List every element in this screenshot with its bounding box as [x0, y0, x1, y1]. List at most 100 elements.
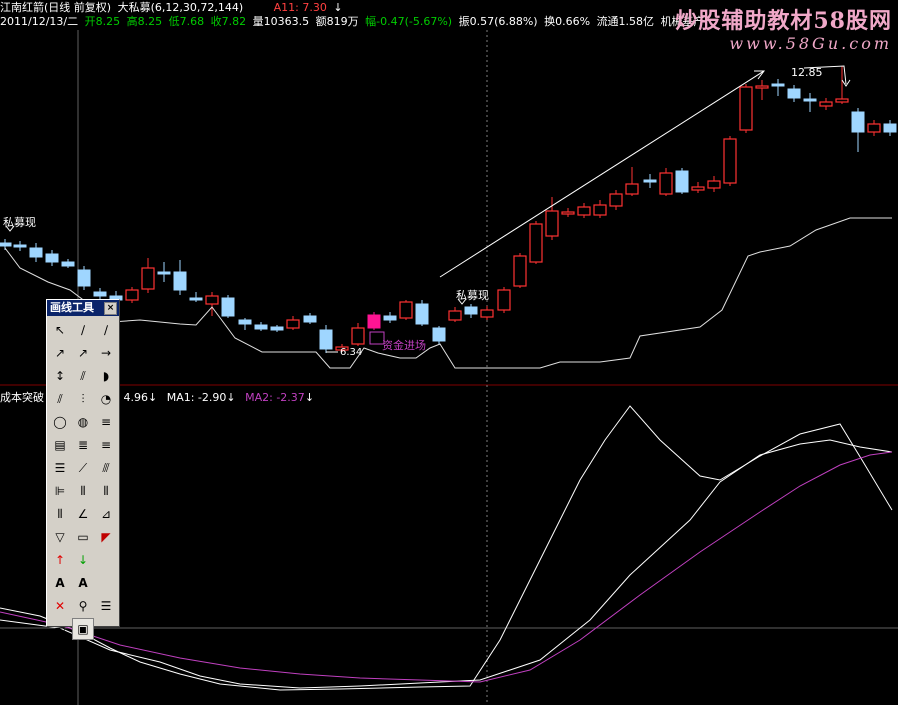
cycle-lines-tool-icon[interactable]: ⦀: [49, 503, 71, 525]
text-tool-icon[interactable]: A: [49, 572, 71, 594]
indicator-ma2-line: [0, 451, 893, 683]
text-box-tool-icon[interactable]: A: [72, 572, 94, 594]
gann-tool-icon[interactable]: ▤: [49, 434, 71, 456]
candle-body: [835, 98, 849, 103]
cycle-tool-icon[interactable]: ◔: [95, 388, 117, 410]
pointer-tool-icon[interactable]: ↖: [49, 319, 71, 341]
candle-body: [691, 186, 705, 191]
ma2-arrow-icon: ↓: [304, 391, 315, 404]
tool-grid: ↖ ∕ ∕ ↗ ↗ → ↕ ⫽ ◗ ⫽ ⫶ ◔ ◯ ◍ ≡ ▤ ≣ ≡ ☰ ⟋ ⫻ ⊫ ⦀ ⦀ ⦀ ∠ ⊿ ▽ ▭ ◤ ↑ ↓ A A ✕ ⚲ ☰ ▭ ▣: [47, 316, 119, 643]
candle-body: [93, 291, 107, 297]
open-price: 开8.25: [84, 15, 121, 28]
arrow-line-tool-icon[interactable]: ↗: [49, 342, 71, 364]
speed-line-tool-icon[interactable]: ⫶: [72, 388, 94, 410]
candle-body: [254, 324, 268, 330]
toolbox-close-button[interactable]: ×: [104, 302, 117, 315]
turnover: 换0.66%: [544, 15, 591, 28]
candle-body: [13, 244, 27, 248]
candle-body: [480, 309, 494, 318]
candle-body: [675, 170, 689, 193]
ma1-arrow-icon: ↓: [226, 391, 236, 404]
indicator2-name: 成本突破: [0, 391, 44, 404]
blank2-tool-icon: [95, 572, 117, 594]
straight-line-tool-icon[interactable]: ∕: [95, 319, 117, 341]
candle-body: [157, 271, 171, 275]
trend-arrow-line: [439, 70, 765, 278]
rectangle-tool-icon[interactable]: ▭: [72, 526, 94, 548]
search-tool-icon[interactable]: ⚲: [72, 595, 94, 617]
candle-body: [367, 314, 381, 329]
candle-body: [205, 295, 219, 305]
angle-tool-icon[interactable]: ∠: [72, 503, 94, 525]
ray-tool-icon[interactable]: ↗: [72, 342, 94, 364]
candle-body: [643, 179, 657, 183]
a11-arrow-icon: ↓: [333, 1, 343, 14]
candle-body: [141, 267, 155, 290]
candle-body: [125, 289, 139, 301]
candle-body: [883, 123, 897, 133]
delete-tool-icon[interactable]: ✕: [49, 595, 71, 617]
header-line-1: 江南红箭(日线 前复权) 大私募(6,12,30,72,144) A11: 7.…: [0, 1, 346, 14]
golden-ratio-tool-icon[interactable]: ≣: [72, 434, 94, 456]
low-price-label: 6.34: [340, 347, 363, 358]
candle-body: [497, 289, 511, 311]
candle-body: [659, 172, 673, 195]
candle-body: [625, 183, 639, 195]
down-arrow-tool-icon[interactable]: ↓: [72, 549, 94, 571]
vertical-lines-tool-icon[interactable]: ⦀: [72, 480, 94, 502]
speed-fan-tool-icon[interactable]: ⊿: [95, 503, 117, 525]
note-tool-icon[interactable]: ▣: [72, 618, 94, 640]
triangle-tool-icon[interactable]: ▽: [49, 526, 71, 548]
candle-body: [29, 247, 43, 258]
price-marker-tool-icon[interactable]: ↕: [49, 365, 71, 387]
up-arrow-tool-icon[interactable]: ↑: [49, 549, 71, 571]
candle-body: [513, 255, 527, 287]
candle-body: [45, 253, 59, 263]
fan-tool-icon[interactable]: ⟋: [72, 457, 94, 479]
list-tool-icon[interactable]: ☰: [95, 595, 117, 617]
kline-chart[interactable]: [0, 0, 898, 705]
fibonacci-tool-icon[interactable]: ≡: [95, 411, 117, 433]
trend-arrow-head: [754, 70, 765, 80]
candle-body: [415, 303, 429, 325]
high-price: 高8.25: [126, 15, 163, 28]
drawing-toolbox[interactable]: 画线工具 × ↖ ∕ ∕ ↗ ↗ → ↕ ⫽ ◗ ⫽ ⫶ ◔ ◯ ◍ ≡ ▤ ≣ ≡ ☰ ⟋ ⫻ ⊫ ⦀ ⦀ ⦀ ∠ ⊿ ▽ ▭ ◤ ↑ ↓ A…: [46, 299, 120, 640]
line-segment-tool-icon[interactable]: ∕: [72, 319, 94, 341]
candle-body: [238, 319, 252, 325]
candle-body: [561, 211, 575, 215]
trade-date: 2011/12/13/二: [0, 15, 79, 28]
circle-tool-icon[interactable]: ◯: [49, 411, 71, 433]
candle-body: [819, 101, 833, 107]
channel-tool-icon[interactable]: ⫽: [49, 388, 71, 410]
band-tool-icon[interactable]: ☰: [49, 457, 71, 479]
indicator-name: 大私募(6,12,30,72,144): [117, 1, 244, 14]
candle-body: [577, 206, 591, 216]
ruler-tool-icon[interactable]: ▭: [49, 618, 71, 640]
spiral-tool-icon[interactable]: ◍: [72, 411, 94, 433]
candle-body: [61, 261, 75, 267]
candle-body: [771, 83, 785, 87]
candle-body: [707, 180, 721, 189]
percent-line-tool-icon[interactable]: ≡: [95, 434, 117, 456]
candle-body: [270, 326, 284, 331]
candle-body: [739, 86, 753, 131]
candle-body: [399, 301, 413, 319]
candle-body: [221, 297, 235, 317]
candle-body: [755, 85, 769, 89]
annotation-smz-left: 私募现: [3, 216, 36, 229]
horizontal-ray-tool-icon[interactable]: →: [95, 342, 117, 364]
arc-tool-icon[interactable]: ◗: [95, 365, 117, 387]
indicator-ma1-line: [0, 439, 893, 689]
candle-body: [189, 297, 203, 301]
candle-body: [286, 319, 300, 329]
volume: 量10363.5: [252, 15, 310, 28]
parallel-tool-icon[interactable]: ⫽: [72, 365, 94, 387]
gann-fan-tool-icon[interactable]: ⫻: [95, 457, 117, 479]
candle-body: [303, 315, 317, 323]
time-zone-tool-icon[interactable]: ⦀: [95, 480, 117, 502]
toolbox-title[interactable]: 画线工具 ×: [47, 300, 119, 316]
indicator2-ma2: MA2: -2.37: [245, 391, 305, 404]
change: 幅-0.47(-5.67%): [365, 15, 453, 28]
parallel-channel-tool-icon[interactable]: ⊫: [49, 480, 71, 502]
delete-line-tool-icon[interactable]: ◤: [95, 526, 117, 548]
